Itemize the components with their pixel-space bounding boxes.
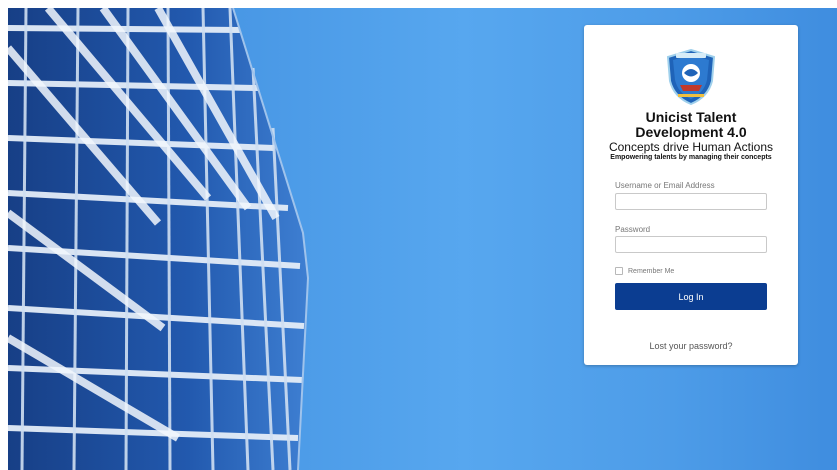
shield-logo-icon xyxy=(666,49,716,105)
app-title-line2: Development 4.0 xyxy=(635,124,747,140)
login-page: Unicist Talent Development 4.0 Concepts … xyxy=(0,0,837,470)
remember-me-row[interactable]: Remember Me xyxy=(615,266,674,276)
app-tagline: Empowering talents by managing their con… xyxy=(610,154,772,161)
lost-password-link[interactable]: Lost your password? xyxy=(584,341,798,351)
remember-me-label[interactable]: Remember Me xyxy=(628,268,674,275)
app-title-line1: Unicist Talent xyxy=(645,109,737,125)
username-input[interactable] xyxy=(615,193,767,210)
remember-me-checkbox[interactable] xyxy=(615,267,623,275)
login-card: Unicist Talent Development 4.0 Concepts … xyxy=(584,25,798,365)
login-button[interactable]: Log In xyxy=(615,283,767,310)
password-input[interactable] xyxy=(615,236,767,253)
password-label: Password xyxy=(615,225,651,234)
username-label: Username or Email Address xyxy=(615,181,715,190)
app-subtitle: Concepts drive Human Actions xyxy=(608,140,774,154)
